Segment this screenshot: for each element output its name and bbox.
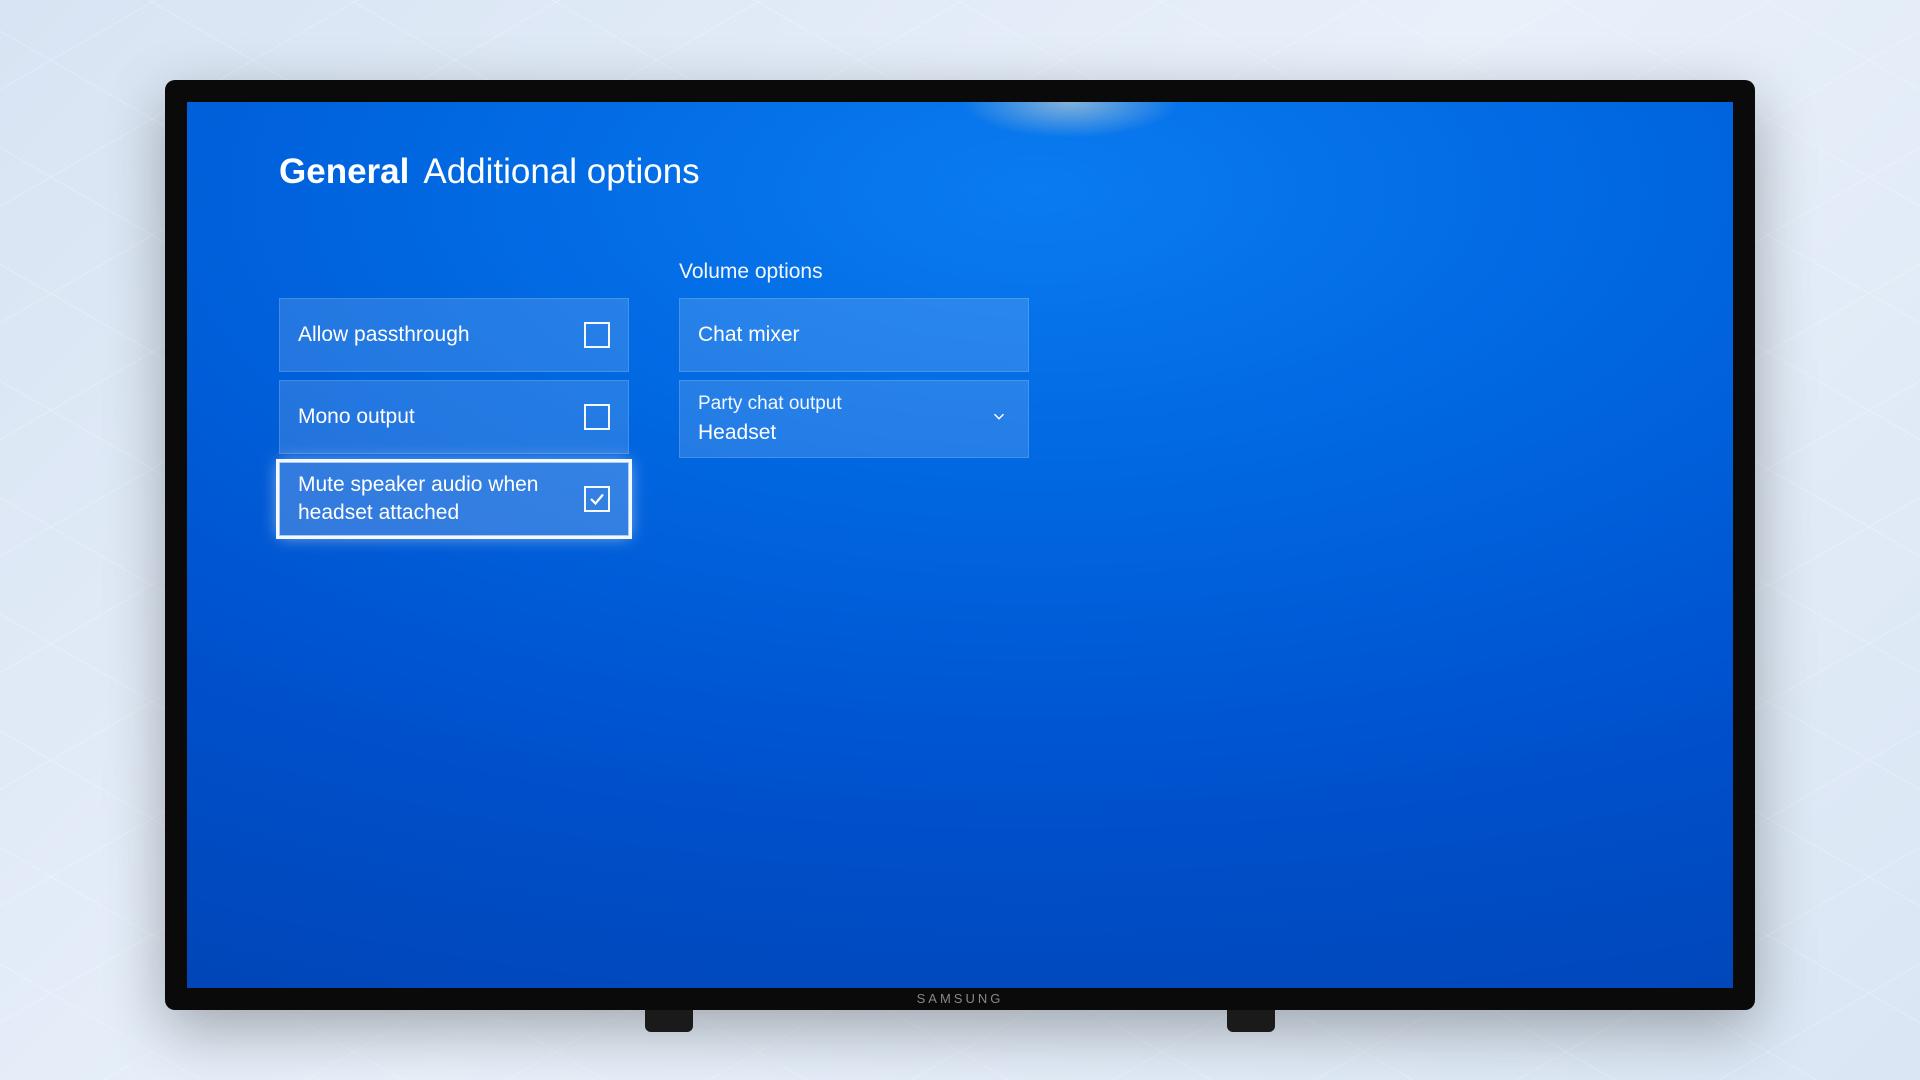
mono-output-option[interactable]: Mono output	[279, 380, 629, 454]
general-options-column: Allow passthrough Mono output Mute speak…	[279, 260, 629, 536]
tv-brand-label: SAMSUNG	[917, 991, 1004, 1006]
settings-content: Allow passthrough Mono output Mute speak…	[279, 260, 1029, 536]
page-title: General Additional options	[279, 152, 700, 192]
dropdown-value: Headset	[698, 418, 776, 447]
header-title: Additional options	[423, 152, 699, 192]
checkbox-checked-icon	[584, 486, 610, 512]
party-chat-output-dropdown[interactable]: Party chat output Headset	[679, 380, 1029, 458]
option-label: Mono output	[298, 403, 427, 431]
chat-mixer-option[interactable]: Chat mixer	[679, 298, 1029, 372]
checkbox-unchecked-icon	[584, 404, 610, 430]
volume-options-column: Volume options Chat mixer Party chat out…	[679, 260, 1029, 536]
allow-passthrough-option[interactable]: Allow passthrough	[279, 298, 629, 372]
dropdown-label: Party chat output	[698, 391, 842, 418]
tv-frame: SAMSUNG General Additional options Allow…	[165, 80, 1755, 1010]
xbox-settings-screen: General Additional options Allow passthr…	[187, 102, 1733, 988]
mute-speaker-audio-option[interactable]: Mute speaker audio when headset attached	[279, 462, 629, 536]
chevron-down-icon	[990, 407, 1008, 430]
volume-options-heading: Volume options	[679, 260, 1029, 284]
option-label: Mute speaker audio when headset attached	[298, 471, 584, 528]
tv-stand	[1227, 1010, 1275, 1032]
tv-stand	[645, 1010, 693, 1032]
option-label: Allow passthrough	[298, 321, 482, 349]
checkbox-unchecked-icon	[584, 322, 610, 348]
option-label: Chat mixer	[698, 323, 800, 347]
header-category: General	[279, 152, 409, 192]
